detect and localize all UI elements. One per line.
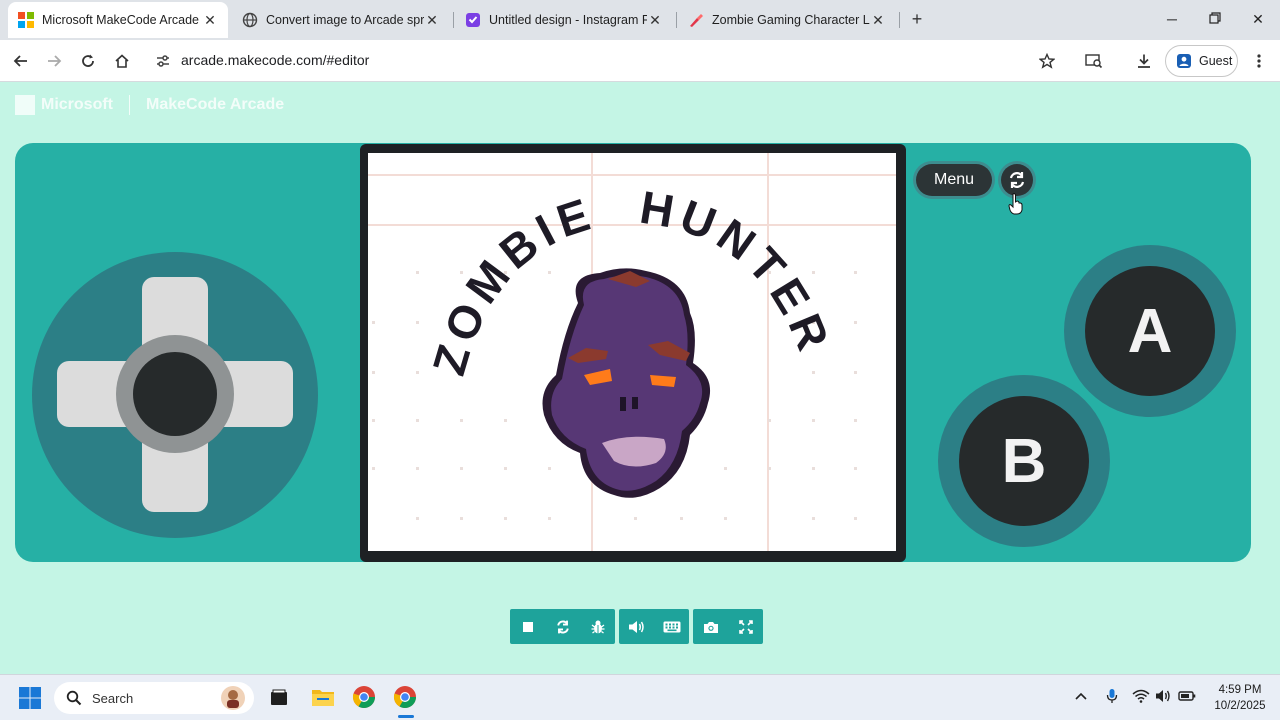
windows-taskbar: Search 4:59 PM 10/2/2025 bbox=[0, 674, 1280, 720]
search-icon bbox=[66, 690, 82, 706]
tab-title: Convert image to Arcade sprite bbox=[266, 13, 424, 27]
tab-title: Untitled design - Instagram Po bbox=[489, 13, 647, 27]
forward-icon[interactable] bbox=[41, 48, 67, 74]
browser-toolbar: arcade.makecode.com/#editor Guest bbox=[0, 40, 1280, 82]
active-app-indicator bbox=[398, 715, 414, 718]
brush-icon bbox=[688, 12, 704, 28]
search-highlight-icon bbox=[221, 686, 245, 710]
microsoft-logo-icon bbox=[15, 95, 35, 115]
google-lens-icon[interactable] bbox=[1081, 48, 1107, 74]
more-options-icon[interactable] bbox=[1246, 48, 1272, 74]
restart-game-button[interactable] bbox=[1001, 164, 1033, 196]
stop-icon bbox=[522, 621, 533, 632]
close-tab-icon[interactable]: ✕ bbox=[424, 12, 440, 29]
tab-zombie-logo[interactable]: Zombie Gaming Character Logo ✕ bbox=[678, 2, 896, 38]
toolbar-group-io bbox=[619, 609, 689, 644]
game-sprite-canvas: ZOMBIE HUNTER bbox=[368, 153, 896, 551]
file-explorer-icon[interactable] bbox=[311, 686, 335, 713]
b-button[interactable]: B bbox=[959, 396, 1089, 526]
browser-tab-strip: Microsoft MakeCode Arcade ✕ Convert imag… bbox=[0, 0, 1280, 40]
restart-simulator-button[interactable] bbox=[545, 609, 580, 644]
clock-date: 10/2/2025 bbox=[1214, 700, 1266, 712]
keyboard-icon bbox=[663, 621, 680, 632]
close-tab-icon[interactable]: ✕ bbox=[202, 12, 218, 29]
wifi-icon[interactable] bbox=[1130, 685, 1152, 707]
chrome-active-taskbar-icon[interactable] bbox=[393, 685, 417, 714]
profile-button[interactable]: Guest bbox=[1165, 45, 1238, 77]
menu-button[interactable]: Menu bbox=[916, 164, 992, 196]
close-tab-icon[interactable]: ✕ bbox=[647, 12, 663, 29]
volume-icon bbox=[628, 620, 644, 633]
search-placeholder: Search bbox=[92, 690, 134, 706]
zombie-head-sprite bbox=[542, 268, 711, 498]
stop-simulator-button[interactable] bbox=[510, 609, 545, 644]
tab-canva-design[interactable]: Untitled design - Instagram Po ✕ bbox=[455, 2, 673, 38]
keyboard-controls-button[interactable] bbox=[654, 609, 689, 644]
battery-icon[interactable] bbox=[1176, 685, 1198, 707]
makecode-header: Microsoft MakeCode Arcade bbox=[15, 94, 284, 116]
product-label[interactable]: MakeCode Arcade bbox=[146, 96, 284, 114]
tab-separator bbox=[899, 12, 900, 28]
profile-icon bbox=[1177, 54, 1191, 68]
fullscreen-button[interactable] bbox=[728, 609, 763, 644]
bookmark-star-icon[interactable] bbox=[1034, 48, 1060, 74]
microphone-icon[interactable] bbox=[1101, 685, 1123, 707]
dpad-center[interactable] bbox=[133, 352, 217, 436]
globe-icon bbox=[242, 12, 258, 28]
profile-label: Guest bbox=[1199, 54, 1233, 68]
canva-icon bbox=[465, 12, 481, 28]
taskbar-search[interactable]: Search bbox=[54, 682, 254, 714]
close-window-icon[interactable]: ✕ bbox=[1246, 8, 1270, 30]
tab-convert-image[interactable]: Convert image to Arcade sprite ✕ bbox=[232, 2, 450, 38]
system-clock[interactable]: 4:59 PM 10/2/2025 bbox=[1205, 682, 1275, 714]
volume-tray-icon[interactable] bbox=[1153, 685, 1175, 707]
fullscreen-icon bbox=[738, 619, 753, 634]
chrome-taskbar-icon[interactable] bbox=[352, 685, 376, 714]
close-tab-icon[interactable]: ✕ bbox=[870, 12, 886, 29]
camera-icon bbox=[703, 621, 718, 633]
a-button[interactable]: A bbox=[1085, 266, 1215, 396]
brand-label[interactable]: Microsoft bbox=[41, 96, 113, 114]
clock-time: 4:59 PM bbox=[1218, 684, 1262, 696]
tab-makecode[interactable]: Microsoft MakeCode Arcade ✕ bbox=[8, 2, 228, 38]
home-icon[interactable] bbox=[109, 48, 135, 74]
debug-button[interactable] bbox=[580, 609, 615, 644]
site-info-icon[interactable] bbox=[150, 48, 176, 74]
tab-separator bbox=[453, 12, 454, 28]
download-icon[interactable] bbox=[1131, 48, 1157, 74]
screenshot-button[interactable] bbox=[693, 609, 728, 644]
tab-title: Microsoft MakeCode Arcade bbox=[42, 13, 200, 27]
hand-cursor-icon bbox=[1008, 193, 1023, 215]
header-divider bbox=[129, 95, 130, 115]
restore-window-icon[interactable] bbox=[1203, 8, 1227, 30]
tab-separator bbox=[676, 12, 677, 28]
mute-button[interactable] bbox=[619, 609, 654, 644]
toolbar-group-view bbox=[693, 609, 763, 644]
restart-icon bbox=[1009, 172, 1025, 188]
bug-icon bbox=[591, 620, 604, 634]
reload-icon[interactable] bbox=[75, 48, 101, 74]
task-view-icon[interactable] bbox=[270, 689, 288, 712]
new-tab-button[interactable]: + bbox=[906, 8, 928, 30]
game-screen[interactable]: ZOMBIE HUNTER bbox=[368, 153, 896, 551]
microsoft-logo-icon bbox=[18, 12, 34, 28]
toolbar-group-run bbox=[510, 609, 615, 644]
tab-title: Zombie Gaming Character Logo bbox=[712, 13, 870, 27]
refresh-icon bbox=[556, 620, 569, 633]
windows-start-icon[interactable] bbox=[19, 687, 41, 714]
show-hidden-icons-chevron-icon[interactable] bbox=[1070, 685, 1092, 707]
address-url[interactable]: arcade.makecode.com/#editor bbox=[181, 52, 369, 68]
minimize-icon[interactable]: ─ bbox=[1160, 8, 1184, 30]
back-icon[interactable] bbox=[8, 48, 34, 74]
simulator-toolbar bbox=[510, 609, 763, 644]
